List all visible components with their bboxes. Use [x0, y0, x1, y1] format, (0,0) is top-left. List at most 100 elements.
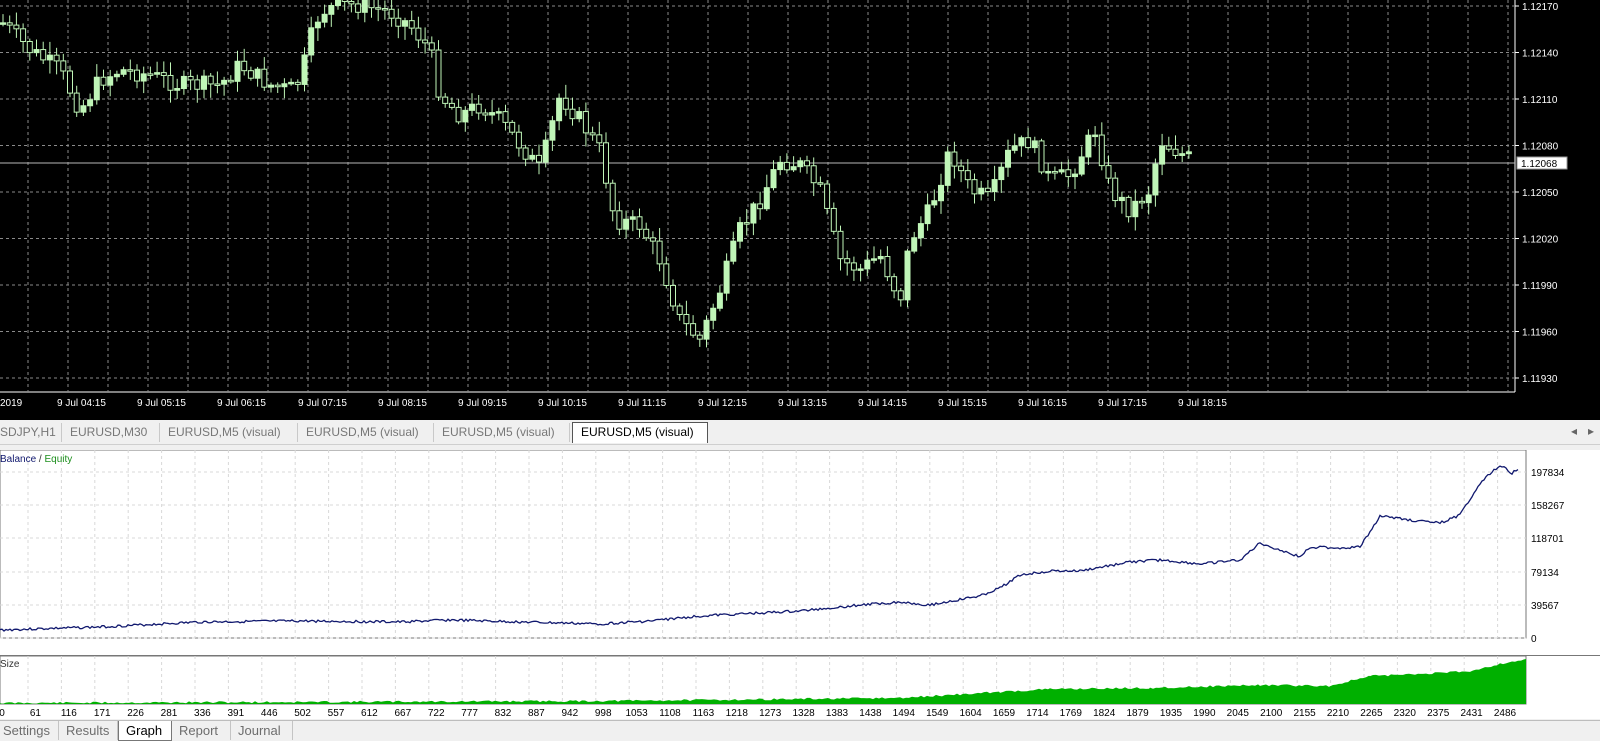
candle-body — [576, 111, 583, 120]
price-axis-label: 1.12020 — [1522, 235, 1559, 246]
candle-body — [643, 228, 650, 239]
candle-body — [1005, 149, 1011, 168]
candle-body — [596, 134, 603, 144]
size-label: Size — [0, 659, 20, 670]
candle-body — [120, 69, 127, 75]
candle-body — [6, 22, 13, 26]
legend-equity: Equity — [44, 454, 73, 465]
candle-body — [522, 147, 529, 160]
trade-axis-label: 1218 — [726, 708, 749, 719]
time-axis-label: 9 Jul 12:15 — [698, 398, 747, 409]
tab-journal[interactable]: Journal — [231, 721, 293, 740]
candle-body — [844, 258, 851, 264]
candle-body — [649, 237, 656, 242]
candle-body — [1185, 151, 1192, 155]
trade-axis-label: 1273 — [759, 708, 782, 719]
candle-body — [817, 182, 824, 185]
candle-body — [1159, 145, 1166, 165]
candle-body — [589, 132, 596, 136]
tab-eurusd-m5-visual-active[interactable]: EURUSD,M5 (visual) — [572, 422, 708, 443]
candle-body — [328, 5, 335, 15]
candle-body — [134, 69, 140, 82]
tab-label: Report — [179, 723, 219, 738]
candle-body — [743, 222, 750, 225]
candle-body — [341, 0, 348, 2]
trade-axis-label: 2265 — [1360, 708, 1383, 719]
trade-axis-label: 2320 — [1394, 708, 1417, 719]
tab-results[interactable]: Results — [59, 721, 118, 740]
tab-report[interactable]: Report — [172, 721, 231, 740]
candle-body — [1085, 134, 1092, 158]
candle-body — [174, 88, 181, 91]
candle-body — [984, 187, 991, 193]
candle-body — [683, 313, 690, 325]
tab-scroll-left-icon[interactable]: ◂ — [1571, 421, 1577, 442]
candle-body — [428, 42, 435, 51]
size-graph-canvas — [0, 656, 1527, 705]
candle-body — [1125, 196, 1132, 218]
trade-axis-label: 2155 — [1293, 708, 1316, 719]
trade-axis-label: 2100 — [1260, 708, 1283, 719]
candle-body — [368, 0, 375, 9]
candle-body — [917, 223, 924, 239]
time-axis-label: 9 Jul 09:15 — [458, 398, 507, 409]
candle-body — [951, 151, 958, 167]
time-axis-label: 9 Jul 14:15 — [858, 398, 907, 409]
candle-body — [442, 96, 449, 104]
tab-eurusd-m5-visual-2[interactable]: EURUSD,M5 (visual) — [298, 423, 434, 442]
tab-usdjpy-h1[interactable]: SDJPY,H1 — [0, 423, 62, 442]
tab-eurusd-m30[interactable]: EURUSD,M30 — [62, 423, 160, 442]
trade-axis-label: 446 — [261, 708, 278, 719]
candle-body — [67, 70, 73, 94]
tab-settings[interactable]: Settings — [0, 721, 59, 740]
tab-graph[interactable]: Graph — [118, 721, 172, 741]
trade-axis-label: 2045 — [1227, 708, 1250, 719]
candle-body — [582, 111, 589, 134]
candle-body — [221, 79, 228, 85]
trade-axis-label: 171 — [94, 708, 111, 719]
candle-body — [93, 76, 100, 101]
candle-body — [750, 203, 757, 224]
size-graph: Size — [0, 655, 1600, 705]
candle-body — [381, 7, 388, 11]
candle-body — [703, 319, 710, 340]
candle-body — [455, 106, 462, 123]
candle-body — [536, 154, 542, 163]
candle-body — [1025, 137, 1032, 149]
candle-body — [978, 187, 985, 195]
balance-axis-label: 118701 — [1531, 534, 1564, 545]
balance-axis-label: 158267 — [1531, 501, 1565, 512]
candle-body — [268, 84, 274, 88]
price-chart[interactable]: 1.12170 1.12140 1.12110 1.12080 1.12050 1.120… — [0, 0, 1600, 420]
price-chart-canvas[interactable]: 1.12170 1.12140 1.12110 1.12080 1.12050 1.120… — [0, 0, 1600, 420]
candle-body — [783, 161, 790, 171]
tab-eurusd-m5-visual-3[interactable]: EURUSD,M5 (visual) — [434, 423, 570, 442]
balance-graph-canvas: 197834 158267 118701 79134 39567 0 — [0, 450, 1565, 645]
candle-body — [462, 109, 469, 123]
tab-scroll-right-icon[interactable]: ▸ — [1588, 421, 1594, 442]
candle-body — [274, 84, 281, 88]
candle-body — [187, 75, 194, 81]
trade-axis-label: 1383 — [826, 708, 849, 719]
time-axis-label: 9 Jul 06:15 — [217, 398, 266, 409]
candle-body — [154, 72, 161, 75]
candle-body — [857, 268, 864, 271]
candle-body — [448, 102, 455, 108]
tab-label: Results — [66, 723, 110, 738]
candle-body — [294, 81, 301, 85]
candle-body — [1139, 200, 1145, 204]
trade-axis-label: 1053 — [625, 708, 648, 719]
tab-eurusd-m5-visual-1[interactable]: EURUSD,M5 (visual) — [160, 423, 298, 442]
candle-body — [321, 13, 328, 23]
candle-body — [931, 200, 938, 206]
trade-number-axis: 0 61 116 171 226 281 336 391 446 502 557 612 667 722 7… — [0, 705, 1600, 719]
candle-body — [710, 307, 717, 321]
candle-body — [938, 184, 944, 202]
candle-body — [314, 21, 321, 29]
trade-axis-label: 612 — [361, 708, 378, 719]
candle-body — [469, 103, 475, 111]
candle-body — [234, 60, 241, 82]
candle-body — [777, 161, 784, 171]
tester-tab-bar: Settings Results Graph Report Journal — [0, 720, 1600, 741]
candle-body — [562, 97, 569, 110]
